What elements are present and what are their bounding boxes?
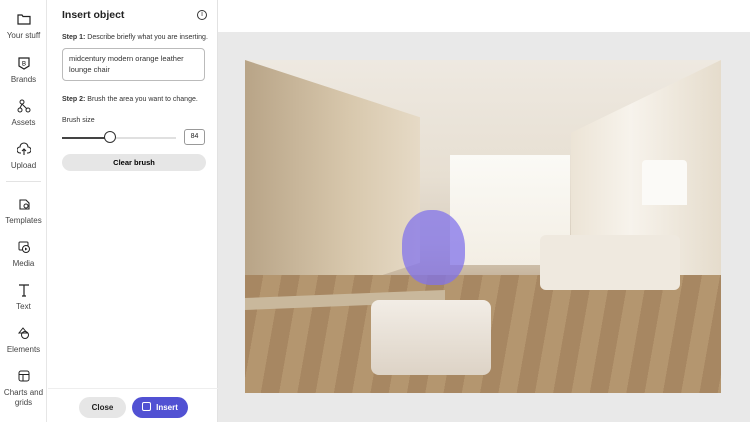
description-input[interactable]: midcentury modern orange leather lounge …	[62, 48, 205, 81]
step2-text: Brush the area you want to change.	[85, 96, 198, 103]
ottoman	[371, 300, 491, 375]
rail-charts-grids[interactable]: Charts and grids	[0, 369, 47, 408]
assets-icon	[17, 99, 30, 113]
rail-label: Charts and grids	[3, 388, 44, 407]
rail-label: Your stuff	[6, 31, 41, 40]
rail-label: Elements	[6, 345, 41, 354]
rail-label: Upload	[10, 161, 37, 170]
step1-label: Step 1: Describe briefly what you are in…	[62, 34, 208, 41]
charts-grids-icon	[18, 370, 29, 382]
rail-label: Text	[16, 302, 31, 311]
left-rail: Your stuff B Brands Assets Upload Templat…	[0, 0, 47, 422]
rail-label: Assets	[11, 118, 36, 127]
step2-heading: Step 2:	[62, 96, 86, 103]
rail-your-stuff[interactable]: Your stuff	[0, 12, 47, 40]
insert-label: Insert	[156, 403, 178, 412]
rail-label: Media	[12, 259, 35, 268]
rail-text[interactable]: Text	[0, 283, 47, 311]
insert-icon	[142, 402, 152, 411]
brush-size-value[interactable]: 84	[184, 129, 205, 145]
folder-icon	[16, 14, 31, 25]
sofa	[540, 235, 680, 290]
rail-label: Brands	[10, 75, 37, 84]
info-icon[interactable]: i	[197, 10, 207, 20]
upload-icon	[16, 142, 31, 155]
rail-media[interactable]: Media	[0, 240, 47, 268]
clear-brush-button[interactable]: Clear brush	[62, 154, 206, 171]
step1-text: Describe briefly what you are inserting.	[85, 34, 208, 41]
rail-divider	[6, 181, 41, 182]
brush-size-slider[interactable]	[62, 137, 176, 139]
floor-lamp	[642, 160, 687, 205]
rail-assets[interactable]: Assets	[0, 99, 47, 127]
rail-templates[interactable]: Templates	[0, 197, 47, 225]
rail-brands[interactable]: B Brands	[0, 56, 47, 84]
slider-fill	[62, 137, 110, 139]
text-icon	[18, 284, 29, 297]
panel-title: Insert object	[62, 9, 125, 21]
panel-footer-divider	[48, 388, 218, 389]
brand-icon: B	[17, 57, 30, 70]
step1-heading: Step 1:	[62, 34, 86, 41]
top-bar	[218, 0, 750, 32]
brush-size-label: Brush size	[62, 117, 95, 124]
templates-icon	[18, 199, 30, 210]
step2-label: Step 2: Brush the area you want to chang…	[62, 96, 198, 103]
brush-mask[interactable]	[402, 210, 465, 285]
insert-button[interactable]: Insert	[132, 397, 188, 418]
slider-thumb[interactable]	[103, 131, 116, 143]
insert-object-panel: Insert object i Step 1: Describe briefly…	[48, 0, 218, 422]
rail-label: Templates	[5, 216, 42, 225]
rail-upload[interactable]: Upload	[0, 142, 47, 170]
media-icon	[18, 241, 30, 253]
elements-icon	[17, 327, 29, 339]
svg-text:B: B	[22, 62, 26, 68]
close-button[interactable]: Close	[79, 397, 126, 418]
rail-elements[interactable]: Elements	[0, 326, 47, 354]
room-photo[interactable]	[245, 60, 721, 393]
